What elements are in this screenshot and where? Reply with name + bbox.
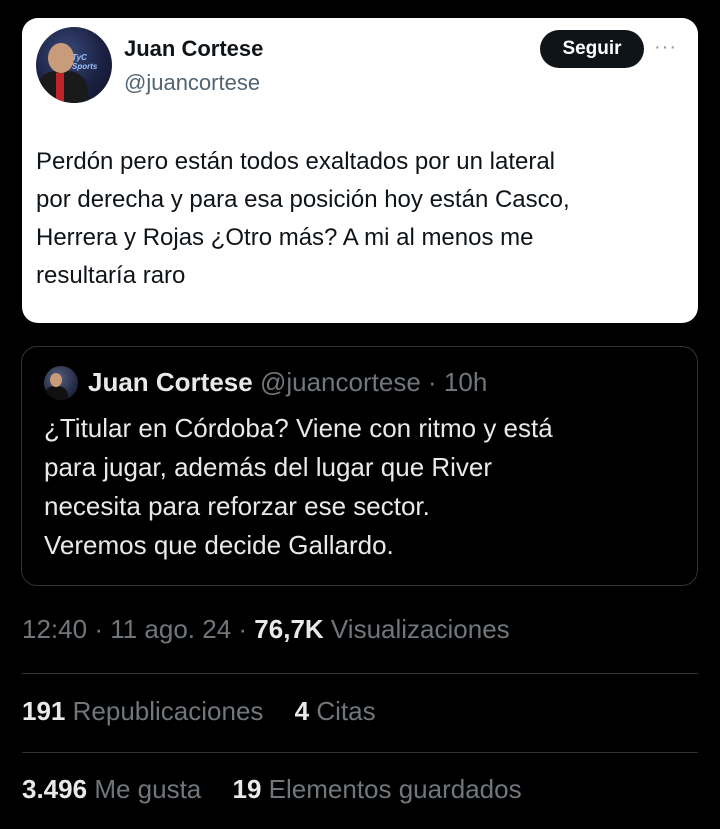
avatar-face bbox=[48, 43, 74, 73]
tweet-text-line: resultaría raro bbox=[36, 262, 186, 289]
likes-label: Me gusta bbox=[94, 774, 202, 804]
reposts-link[interactable]: 191 Republicaciones bbox=[22, 696, 271, 726]
tweet-text-line: Herrera y Rojas ¿Otro más? A mi al menos… bbox=[36, 224, 534, 251]
quoted-time: 10h bbox=[443, 367, 488, 397]
author-name[interactable]: Juan Cortese bbox=[124, 36, 263, 62]
quoted-separator: · bbox=[428, 367, 444, 397]
quoted-text: ¿Titular en Córdoba? Viene con ritmo y e… bbox=[44, 409, 553, 565]
views-label: Visualizaciones bbox=[330, 614, 510, 644]
quoted-text-line: para jugar, además del lugar que River bbox=[44, 452, 493, 482]
quoted-avatar-body bbox=[44, 386, 68, 400]
author-avatar[interactable]: TyC Sports bbox=[36, 27, 112, 103]
quoted-text-line: Veremos que decide Gallardo. bbox=[44, 530, 394, 560]
meta-separator: · bbox=[238, 614, 255, 644]
more-options-icon[interactable]: ··· bbox=[654, 36, 677, 59]
tweet-card: TyC Sports Juan Cortese @juancortese Seg… bbox=[22, 18, 698, 323]
quoted-author-name: Juan Cortese bbox=[88, 367, 253, 397]
bookmarks-link[interactable]: 19 Elementos guardados bbox=[233, 774, 522, 804]
like-stats: 3.496 Me gusta 19 Elementos guardados bbox=[22, 774, 546, 805]
tweet-time[interactable]: 12:40 bbox=[22, 614, 87, 644]
tweet-text-line: Perdón pero están todos exaltados por un… bbox=[36, 148, 556, 175]
views-count: 76,7K bbox=[254, 614, 324, 644]
quotes-label: Citas bbox=[316, 696, 376, 726]
quoted-author-avatar bbox=[44, 366, 78, 400]
bookmarks-label: Elementos guardados bbox=[268, 774, 522, 804]
reposts-label: Republicaciones bbox=[72, 696, 264, 726]
avatar-tie bbox=[56, 73, 64, 103]
meta-separator: · bbox=[94, 614, 111, 644]
likes-count: 3.496 bbox=[22, 774, 88, 804]
tweet-text: Perdón pero están todos exaltados por un… bbox=[36, 143, 686, 295]
tweet-text-line: por derecha y para esa posición hoy está… bbox=[36, 186, 570, 213]
quoted-text-line: necesita para reforzar ese sector. bbox=[44, 491, 430, 521]
quoted-text-line: ¿Titular en Córdoba? Viene con ritmo y e… bbox=[44, 413, 553, 443]
bookmarks-count: 19 bbox=[232, 774, 262, 804]
quoted-author-handle: @juancortese bbox=[259, 367, 421, 397]
avatar-logo: TyC Sports bbox=[72, 53, 98, 71]
follow-button[interactable]: Seguir bbox=[540, 30, 644, 68]
quoted-tweet[interactable]: Juan Cortese @juancortese · 10h ¿Titular… bbox=[21, 346, 698, 586]
author-handle[interactable]: @juancortese bbox=[124, 70, 260, 96]
quotes-link[interactable]: 4 Citas bbox=[295, 696, 376, 726]
quoted-header: Juan Cortese @juancortese · 10h bbox=[88, 367, 487, 398]
quoted-avatar-face bbox=[50, 373, 62, 387]
quotes-count: 4 bbox=[294, 696, 310, 726]
divider bbox=[22, 673, 698, 674]
tweet-date[interactable]: 11 ago. 24 bbox=[110, 614, 231, 644]
repost-stats: 191 Republicaciones 4 Citas bbox=[22, 696, 400, 727]
divider bbox=[22, 752, 698, 753]
reposts-count: 191 bbox=[22, 696, 66, 726]
tweet-meta: 12:40 · 11 ago. 24 · 76,7K Visualizacion… bbox=[22, 614, 510, 645]
likes-link[interactable]: 3.496 Me gusta bbox=[22, 774, 209, 804]
